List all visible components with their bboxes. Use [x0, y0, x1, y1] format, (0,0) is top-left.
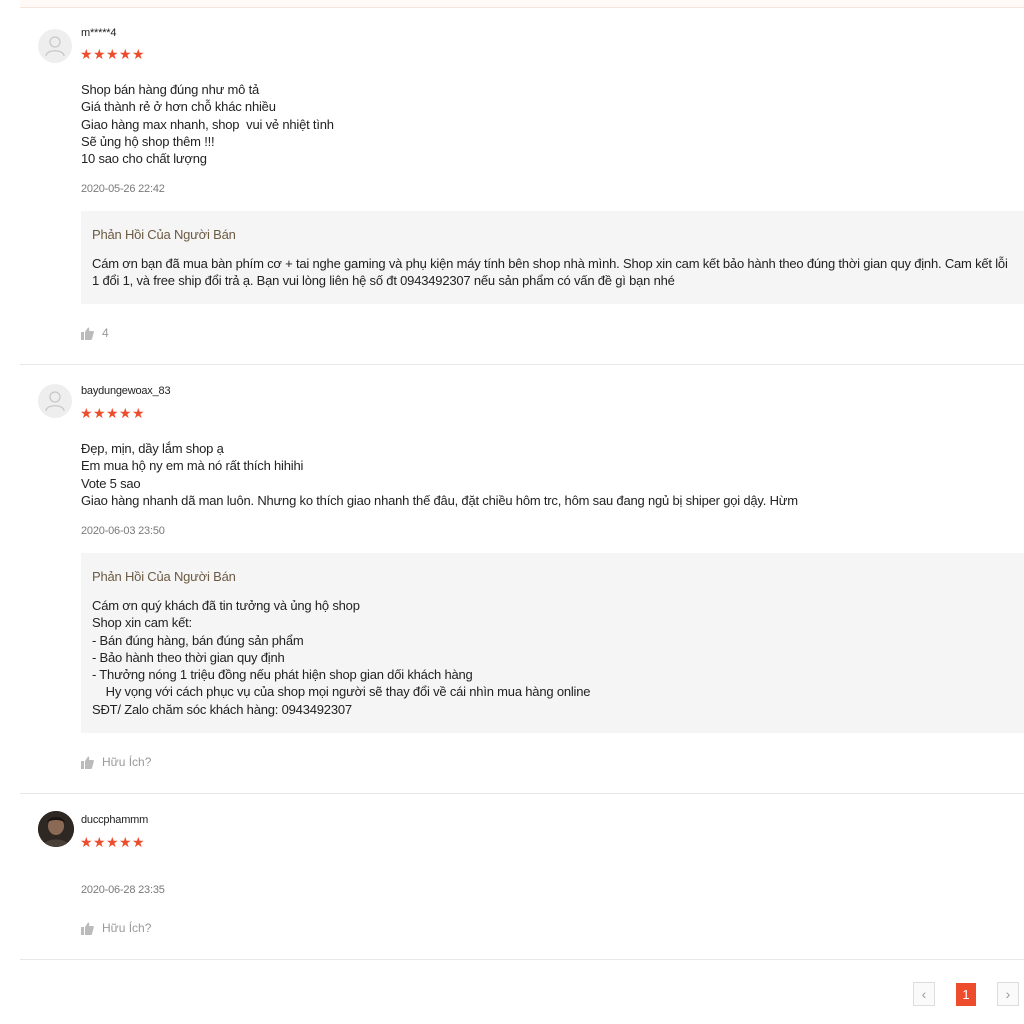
seller-reply-title: Phản Hồi Của Người Bán: [92, 569, 236, 584]
review-timestamp: 2020-06-03 23:50: [81, 525, 165, 537]
seller-reply: Phản Hồi Của Người Bán Cám ơn bạn đã mua…: [81, 211, 1024, 304]
user-photo-icon: [38, 811, 74, 847]
seller-reply-text: Cám ơn quý khách đã tin tưởng và ủng hộ …: [92, 598, 591, 717]
avatar[interactable]: [38, 384, 72, 418]
next-page-button[interactable]: ›: [997, 982, 1019, 1006]
rating-stars: ★★★★★: [80, 406, 145, 420]
thumbs-up-icon: [81, 327, 94, 340]
star-icon: ★: [93, 834, 106, 850]
review-comment: Đẹp, mịn, dầy lắm shop ạ Em mua hộ ny em…: [81, 441, 798, 508]
seller-reply: Phản Hồi Của Người Bán Cám ơn quý khách …: [81, 553, 1024, 733]
like-count: 4: [102, 326, 109, 340]
like-button[interactable]: 4: [81, 326, 109, 340]
like-label: Hữu Ích?: [102, 921, 152, 935]
thumbs-up-icon: [81, 756, 94, 769]
review-timestamp: 2020-06-28 23:35: [81, 884, 165, 896]
review-comment: Shop bán hàng đúng như mô tả Giá thành r…: [81, 82, 334, 167]
star-icon: ★: [80, 405, 93, 421]
user-silhouette-icon: [45, 391, 65, 412]
star-icon: ★: [93, 405, 106, 421]
star-icon: ★: [93, 46, 106, 62]
star-icon: ★: [119, 834, 132, 850]
like-button[interactable]: Hữu Ích?: [81, 755, 151, 769]
rating-stars: ★★★★★: [80, 835, 145, 849]
like-button[interactable]: Hữu Ích?: [81, 921, 151, 935]
star-icon: ★: [132, 405, 145, 421]
review-username[interactable]: baydungewoax_83: [81, 385, 171, 397]
review-username[interactable]: m*****4: [81, 27, 116, 39]
star-icon: ★: [80, 834, 93, 850]
like-label: Hữu Ích?: [102, 755, 152, 769]
top-divider: [20, 0, 1024, 8]
review-item: baydungewoax_83 ★★★★★ Đẹp, mịn, dầy lắm …: [20, 365, 1024, 794]
star-icon: ★: [132, 834, 145, 850]
review-username[interactable]: duccphammm: [81, 814, 148, 826]
star-icon: ★: [132, 46, 145, 62]
thumbs-up-icon: [81, 922, 94, 935]
avatar[interactable]: [38, 811, 74, 847]
star-icon: ★: [106, 46, 119, 62]
page-1-button[interactable]: 1: [956, 983, 976, 1006]
star-icon: ★: [106, 405, 119, 421]
review-item: m*****4 ★★★★★ Shop bán hàng đúng như mô …: [20, 8, 1024, 365]
avatar[interactable]: [38, 29, 72, 63]
rating-stars: ★★★★★: [80, 47, 145, 61]
star-icon: ★: [106, 834, 119, 850]
seller-reply-title: Phản Hồi Của Người Bán: [92, 227, 236, 242]
seller-reply-text: Cám ơn bạn đã mua bàn phím cơ + tai nghe…: [92, 256, 1008, 289]
user-silhouette-icon: [45, 36, 65, 57]
prev-page-button[interactable]: ‹: [913, 982, 935, 1006]
star-icon: ★: [80, 46, 93, 62]
review-timestamp: 2020-05-26 22:42: [81, 183, 165, 195]
star-icon: ★: [119, 405, 132, 421]
star-icon: ★: [119, 46, 132, 62]
review-item: duccphammm ★★★★★ 2020-06-28 23:35 Hữu Íc…: [20, 794, 1024, 960]
